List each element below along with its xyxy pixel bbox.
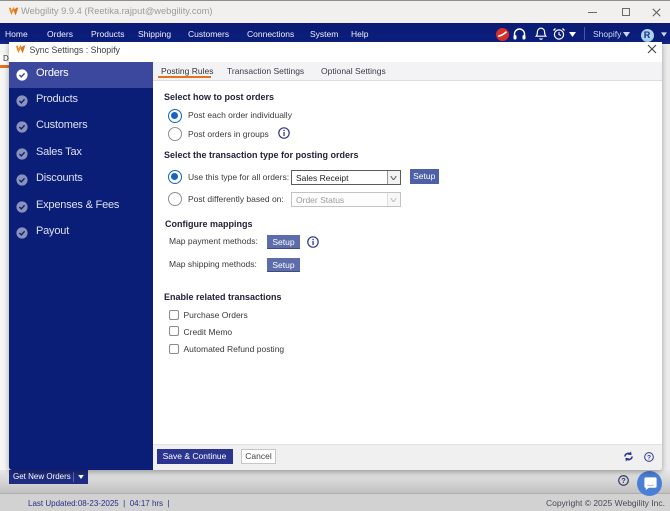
- svg-text:?: ?: [646, 454, 650, 461]
- svg-text:?: ?: [621, 476, 626, 485]
